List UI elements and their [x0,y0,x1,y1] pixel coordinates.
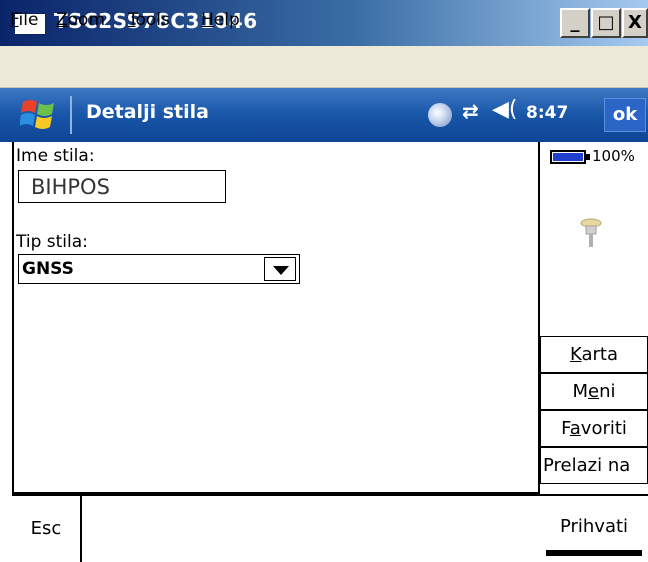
battery-tip [586,154,590,160]
satellite-status-icon[interactable] [428,103,452,127]
ok-button[interactable]: ok [604,98,646,132]
clock[interactable]: 8:47 [526,103,568,123]
accept-underline [546,550,642,556]
menu-tools[interactable]: Tools [128,10,170,30]
switch-to-button[interactable]: Prelazi na [540,447,648,484]
menu-zoom[interactable]: Zoom [56,10,105,30]
type-label: Tip stila: [16,232,88,252]
nav-separator [70,96,72,134]
gnss-receiver-icon[interactable] [580,218,602,248]
menu-button[interactable]: Meni [540,373,648,410]
escape-button[interactable]: Esc [12,496,82,562]
favorites-button[interactable]: Favoriti [540,410,648,447]
name-label: Ime stila: [16,146,95,166]
volume-icon[interactable]: ◀( [492,97,518,122]
menu-help[interactable]: Help [201,10,240,30]
menu-file[interactable]: File [10,10,38,30]
close-button[interactable]: X [622,8,648,38]
connectivity-icon[interactable]: ⇄ [462,99,479,123]
style-type-value: GNSS [22,259,74,279]
battery-level-fill [553,153,583,161]
page-title: Detalji stila [86,101,209,123]
chevron-down-icon[interactable] [264,257,296,281]
maximize-button[interactable]: □ [591,8,621,38]
minimize-button[interactable]: _ [560,8,590,38]
battery-percentage: 100% [592,147,635,165]
style-name-input[interactable]: BIHPOS [18,170,226,203]
map-button[interactable]: Karta [540,336,648,373]
menu-bar [0,46,648,88]
windows-start-icon[interactable] [20,96,58,134]
